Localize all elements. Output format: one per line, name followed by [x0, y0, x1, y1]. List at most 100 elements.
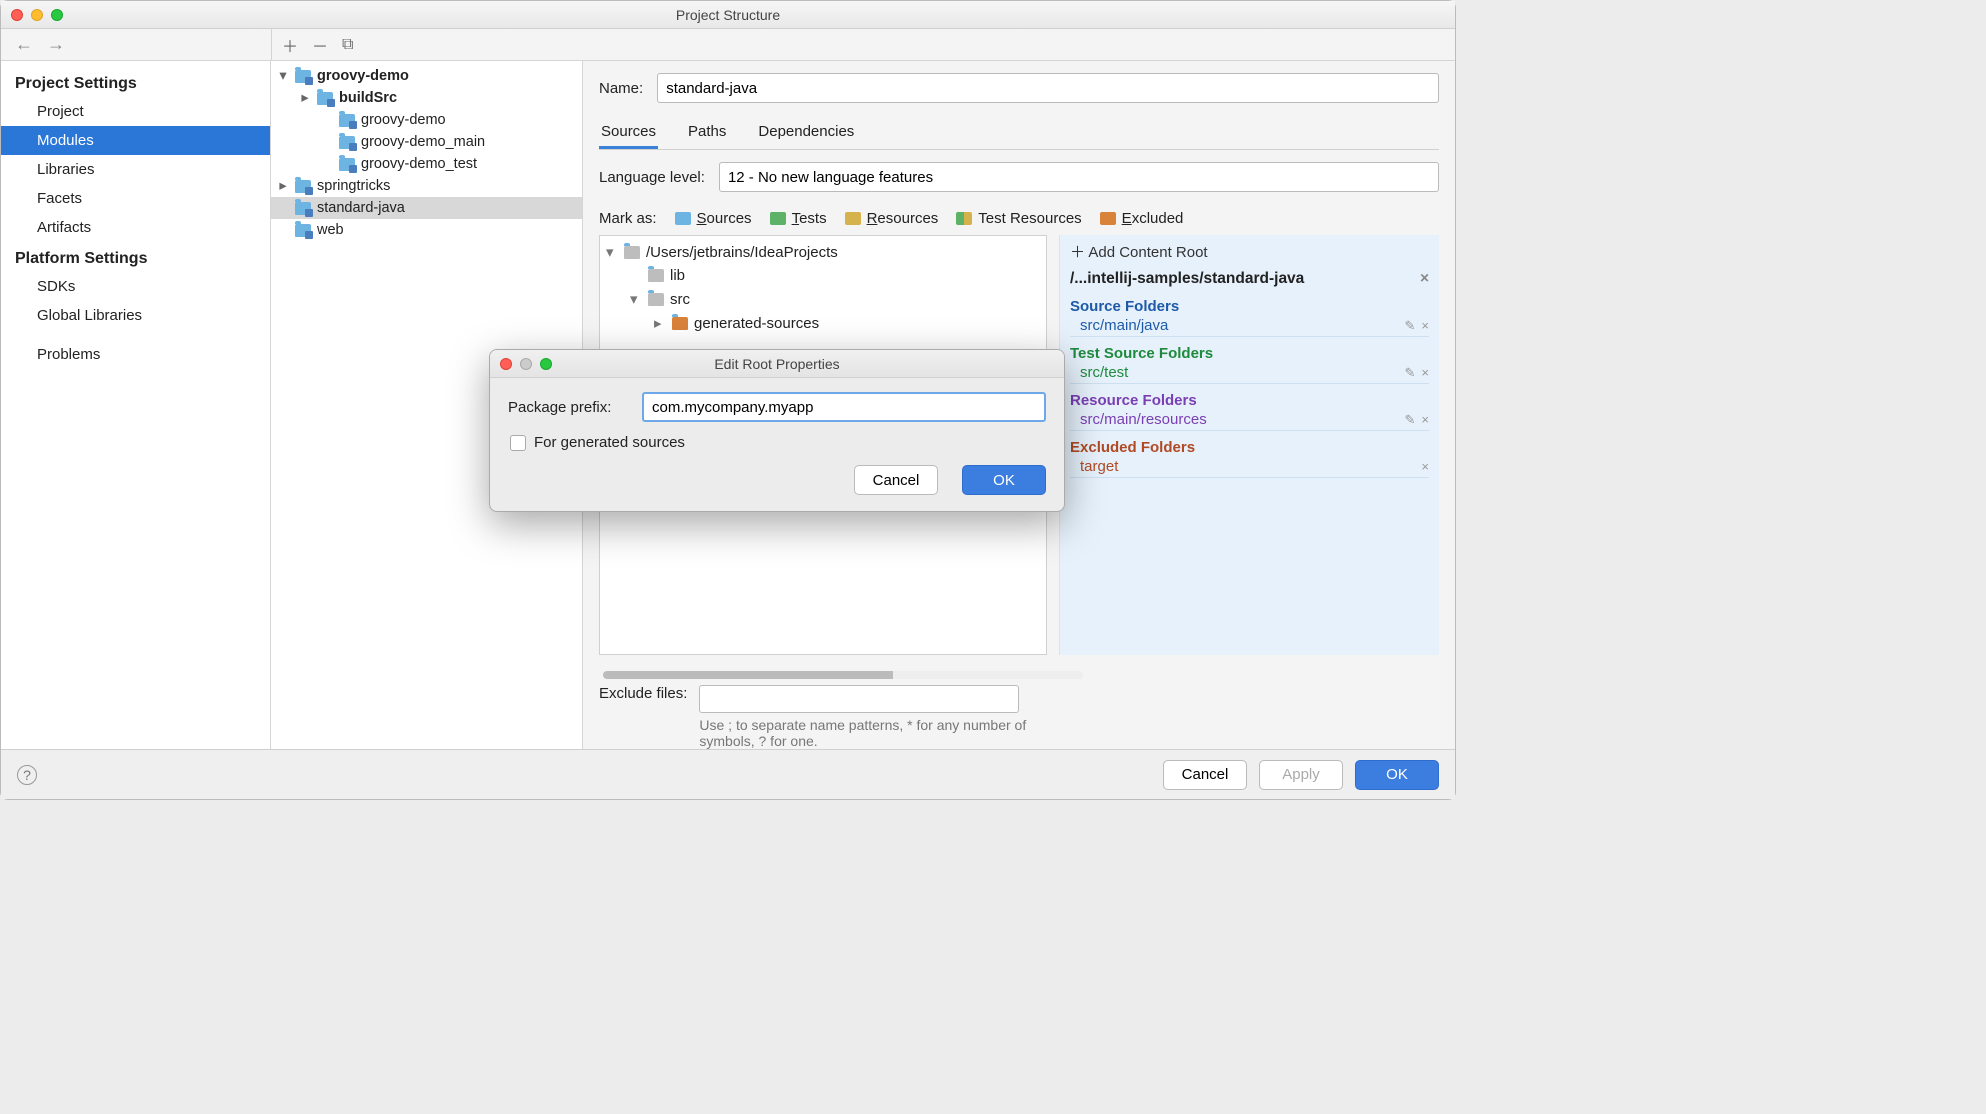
- remove-icon[interactable]: ×: [1421, 318, 1429, 333]
- module-tree-node-groovy-demo-main[interactable]: groovy-demo_main: [271, 131, 582, 153]
- folder-icon: [648, 293, 664, 306]
- help-icon[interactable]: ?: [17, 765, 37, 785]
- sidebar-item-libraries[interactable]: Libraries: [1, 155, 270, 184]
- tree-label: web: [317, 222, 344, 238]
- tree-label: standard-java: [317, 200, 405, 216]
- ok-button[interactable]: OK: [1355, 760, 1439, 790]
- window-title: Project Structure: [1, 7, 1455, 23]
- sidebar-item-facets[interactable]: Facets: [1, 184, 270, 213]
- language-level-select[interactable]: 12 - No new language features: [719, 162, 1439, 192]
- mark-as-resources[interactable]: Resources: [845, 210, 939, 227]
- exclude-files-hint: Use ; to separate name patterns, * for a…: [699, 713, 1029, 749]
- src-node-lib[interactable]: lib: [600, 264, 1046, 287]
- remove-root-icon[interactable]: ×: [1420, 270, 1429, 288]
- module-icon: [295, 70, 311, 83]
- folder-icon: [648, 269, 664, 282]
- sidebar-heading-platform: Platform Settings: [1, 242, 270, 272]
- back-icon[interactable]: ←: [15, 34, 33, 55]
- mark-as-row: Mark as: Sources Tests Resources Test Resou…: [599, 210, 1439, 227]
- generated-sources-checkbox[interactable]: For generated sources: [510, 434, 1046, 451]
- add-content-root[interactable]: ＋ Add Content Root: [1070, 239, 1429, 268]
- add-icon[interactable]: ＋: [282, 33, 298, 57]
- sidebar-item-modules[interactable]: Modules: [1, 126, 270, 155]
- language-level-label: Language level:: [599, 169, 705, 186]
- mark-as-testres[interactable]: Test Resources: [956, 210, 1081, 227]
- cancel-button[interactable]: Cancel: [1163, 760, 1247, 790]
- sidebar-item-artifacts[interactable]: Artifacts: [1, 213, 270, 242]
- content-root-path[interactable]: /...intellij-samples/standard-java ×: [1070, 268, 1429, 290]
- edit-icon[interactable]: ✎: [1405, 412, 1416, 428]
- edit-icon[interactable]: ✎: [1405, 365, 1416, 381]
- module-icon: [295, 180, 311, 193]
- roots-heading-resources: Resource Folders: [1070, 392, 1429, 409]
- expand-icon[interactable]: [277, 68, 289, 84]
- src-node--users-jetbrains-ideaprojects[interactable]: ▾/Users/jetbrains/IdeaProjects: [600, 240, 1046, 264]
- src-node-generated-sources[interactable]: ▸generated-sources: [600, 311, 1046, 335]
- expand-icon[interactable]: ▸: [654, 314, 666, 332]
- module-tree-node-groovy-demo[interactable]: groovy-demo: [271, 65, 582, 87]
- mark-as-label: Mark as:: [599, 210, 657, 227]
- tree-label: groovy-demo: [361, 112, 446, 128]
- tab-dependencies[interactable]: Dependencies: [756, 117, 856, 149]
- folder-icon: [624, 246, 640, 259]
- expand-icon[interactable]: ▾: [606, 243, 618, 261]
- expand-icon[interactable]: ▾: [630, 290, 642, 308]
- modal-ok-button[interactable]: OK: [962, 465, 1046, 495]
- expand-icon[interactable]: [299, 90, 311, 106]
- tree-label: buildSrc: [339, 90, 397, 106]
- modal-title: Edit Root Properties: [490, 356, 1064, 372]
- tab-paths[interactable]: Paths: [686, 117, 728, 149]
- edit-icon[interactable]: ✎: [1405, 318, 1416, 334]
- src-node-src[interactable]: ▾src: [600, 287, 1046, 311]
- apply-button[interactable]: Apply: [1259, 760, 1343, 790]
- tab-sources[interactable]: Sources: [599, 117, 658, 149]
- module-tree-node-buildsrc[interactable]: buildSrc: [271, 87, 582, 109]
- mark-as-tests[interactable]: Tests: [770, 210, 827, 227]
- sidebar-item-global-libraries[interactable]: Global Libraries: [1, 301, 270, 330]
- module-tree-node-groovy-demo-test[interactable]: groovy-demo_test: [271, 153, 582, 175]
- module-icon: [339, 114, 355, 127]
- roots-item-target[interactable]: target×: [1070, 456, 1429, 478]
- module-icon: [339, 136, 355, 149]
- horizontal-scrollbar[interactable]: [603, 671, 1083, 679]
- exclude-files-input[interactable]: [699, 685, 1019, 713]
- mark-as-excluded[interactable]: Excluded: [1100, 210, 1184, 227]
- module-icon: [317, 92, 333, 105]
- remove-icon[interactable]: ×: [1421, 459, 1429, 474]
- tree-label: groovy-demo: [317, 68, 409, 84]
- package-prefix-input[interactable]: [642, 392, 1046, 422]
- module-tree-node-web[interactable]: web: [271, 219, 582, 241]
- mark-as-sources[interactable]: Sources: [675, 210, 752, 227]
- module-tree-node-standard-java[interactable]: standard-java: [271, 197, 582, 219]
- modal-cancel-button[interactable]: Cancel: [854, 465, 938, 495]
- forward-icon[interactable]: →: [47, 34, 65, 55]
- folder-icon: [672, 317, 688, 330]
- sidebar-item-project[interactable]: Project: [1, 97, 270, 126]
- name-input[interactable]: [657, 73, 1439, 103]
- settings-sidebar: Project Settings ProjectModulesLibraries…: [1, 61, 271, 749]
- folder-icon: [770, 212, 786, 225]
- roots-item-src-main-resources[interactable]: src/main/resources✎×: [1070, 409, 1429, 431]
- module-icon: [295, 224, 311, 237]
- package-prefix-label: Package prefix:: [508, 399, 628, 416]
- roots-item-src-main-java[interactable]: src/main/java✎×: [1070, 315, 1429, 337]
- remove-icon[interactable]: ×: [1421, 412, 1429, 427]
- toolbar: ← → ＋ － ⧉: [1, 29, 1455, 61]
- tree-label: groovy-demo_main: [361, 134, 485, 150]
- sidebar-item-sdks[interactable]: SDKs: [1, 272, 270, 301]
- roots-heading-tests: Test Source Folders: [1070, 345, 1429, 362]
- remove-icon[interactable]: －: [312, 33, 328, 57]
- roots-heading-excluded: Excluded Folders: [1070, 439, 1429, 456]
- sidebar-item-problems[interactable]: Problems: [1, 340, 270, 369]
- tree-label: groovy-demo_test: [361, 156, 477, 172]
- module-tree-node-springtricks[interactable]: springtricks: [271, 175, 582, 197]
- expand-icon[interactable]: [277, 178, 289, 194]
- remove-icon[interactable]: ×: [1421, 365, 1429, 380]
- tree-label: springtricks: [317, 178, 390, 194]
- checkbox-icon[interactable]: [510, 435, 526, 451]
- roots-item-src-test[interactable]: src/test✎×: [1070, 362, 1429, 384]
- name-label: Name:: [599, 80, 643, 97]
- copy-icon[interactable]: ⧉: [342, 36, 353, 54]
- module-tree-node-groovy-demo[interactable]: groovy-demo: [271, 109, 582, 131]
- folder-icon: [675, 212, 691, 225]
